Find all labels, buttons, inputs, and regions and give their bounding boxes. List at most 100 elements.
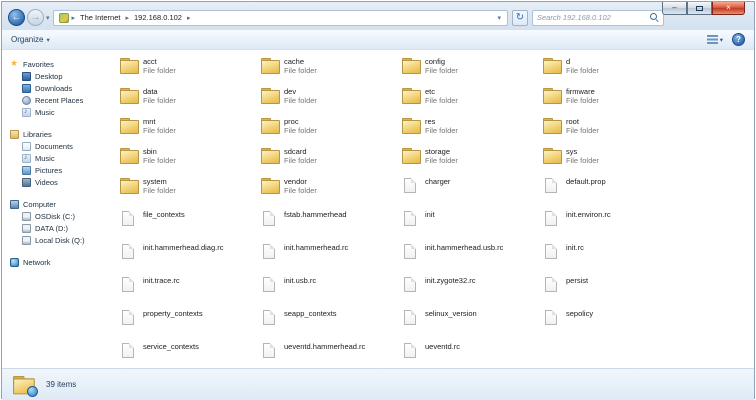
folder-icon <box>120 148 138 163</box>
breadcrumb-root[interactable]: The Internet <box>76 13 124 22</box>
organize-button[interactable]: Organize ▾ <box>11 35 50 44</box>
grid-item-d[interactable]: d File folder <box>543 54 684 84</box>
videos-icon <box>22 178 31 187</box>
grid-item-init-zygote32-rc[interactable]: init.zygote32.rc <box>402 273 543 306</box>
sidebar-item-label: OSDisk (C:) <box>35 212 75 221</box>
grid-item-init-usb-rc[interactable]: init.usb.rc <box>261 273 402 306</box>
search-input[interactable] <box>537 13 650 22</box>
documents-icon <box>22 142 31 151</box>
grid-item-acct[interactable]: acct File folder <box>120 54 261 84</box>
sidebar-item-local-disk-q[interactable]: Local Disk (Q:) <box>10 234 108 246</box>
sidebar-item-recent-places[interactable]: Recent Places <box>10 94 108 106</box>
maximize-button[interactable] <box>687 2 712 15</box>
grid-item-system[interactable]: system File folder <box>120 174 261 204</box>
forward-button[interactable]: → <box>27 9 44 26</box>
item-name: charger <box>425 177 450 186</box>
grid-item-storage[interactable]: storage File folder <box>402 144 543 174</box>
close-button[interactable]: × <box>712 2 745 15</box>
item-subtitle: File folder <box>425 96 458 105</box>
sidebar-item-videos[interactable]: Videos <box>10 176 108 188</box>
grid-item-init-hammerhead-rc[interactable]: init.hammerhead.rc <box>261 240 402 273</box>
help-button[interactable]: ? <box>732 33 745 46</box>
disk-icon <box>22 212 31 221</box>
item-name: seapp_contexts <box>284 309 337 318</box>
file-icon <box>263 277 275 292</box>
back-button[interactable]: ← <box>8 9 25 26</box>
back-icon: ← <box>12 13 22 23</box>
grid-item-charger[interactable]: charger <box>402 174 543 207</box>
grid-item-vendor[interactable]: vendor File folder <box>261 174 402 204</box>
item-name: d <box>566 57 599 66</box>
grid-item-persist[interactable]: persist <box>543 273 684 306</box>
breadcrumb-location[interactable]: 192.168.0.102 <box>130 13 186 22</box>
grid-item-init-rc[interactable]: init.rc <box>543 240 684 273</box>
sidebar-item-osdisk-c[interactable]: OSDisk (C:) <box>10 210 108 222</box>
items-count: 39 items <box>46 380 76 389</box>
sidebar-section-computer[interactable]: Computer <box>10 198 108 210</box>
item-subtitle: File folder <box>425 126 458 135</box>
sidebar-item-pictures[interactable]: Pictures <box>10 164 108 176</box>
navigation-pane: Favorites Desktop Downloads Recent Place… <box>2 50 108 368</box>
sidebar-section-favorites[interactable]: Favorites <box>10 58 108 70</box>
file-icon <box>122 277 134 292</box>
grid-item-firmware[interactable]: firmware File folder <box>543 84 684 114</box>
network-folder-icon <box>13 375 37 395</box>
item-name: system <box>143 177 176 186</box>
sidebar-item-music[interactable]: Music <box>10 152 108 164</box>
grid-item-etc[interactable]: etc File folder <box>402 84 543 114</box>
sidebar-section: Network <box>10 256 108 268</box>
item-name: data <box>143 87 176 96</box>
grid-item-cache[interactable]: cache File folder <box>261 54 402 84</box>
grid-item-res[interactable]: res File folder <box>402 114 543 144</box>
globe-icon <box>27 386 38 397</box>
grid-item-ueventd-hammerhead-rc[interactable]: ueventd.hammerhead.rc <box>261 339 402 368</box>
sidebar-section-network[interactable]: Network <box>10 256 108 268</box>
grid-item-init-hammerhead-diag-rc[interactable]: init.hammerhead.diag.rc <box>120 240 261 273</box>
change-view-button[interactable]: ▾ <box>707 35 723 44</box>
grid-item-dev[interactable]: dev File folder <box>261 84 402 114</box>
sidebar-item-documents[interactable]: Documents <box>10 140 108 152</box>
grid-item-ueventd-rc[interactable]: ueventd.rc <box>402 339 543 368</box>
grid-item-init[interactable]: init <box>402 207 543 240</box>
grid-item-seapp-contexts[interactable]: seapp_contexts <box>261 306 402 339</box>
item-name: ueventd.rc <box>425 342 460 351</box>
item-subtitle: File folder <box>284 96 317 105</box>
grid-item-sepolicy[interactable]: sepolicy <box>543 306 684 339</box>
minimize-button[interactable]: – <box>662 2 687 15</box>
grid-item-default-prop[interactable]: default.prop <box>543 174 684 207</box>
grid-item-property-contexts[interactable]: property_contexts <box>120 306 261 339</box>
item-name: service_contexts <box>143 342 199 351</box>
sidebar-item-label: Recent Places <box>35 96 83 105</box>
item-subtitle: File folder <box>143 156 176 165</box>
address-bar[interactable]: ▸ The Internet ▸ 192.168.0.102 ▸ ▾ <box>53 10 508 26</box>
sidebar-section-libraries[interactable]: Libraries <box>10 128 108 140</box>
grid-item-proc[interactable]: proc File folder <box>261 114 402 144</box>
refresh-button[interactable]: ↻ <box>512 10 528 26</box>
grid-item-init-environ-rc[interactable]: init.environ.rc <box>543 207 684 240</box>
sidebar-item-label: Documents <box>35 142 73 151</box>
grid-item-fstab-hammerhead[interactable]: fstab.hammerhead <box>261 207 402 240</box>
grid-item-service-contexts[interactable]: service_contexts <box>120 339 261 368</box>
grid-item-root[interactable]: root File folder <box>543 114 684 144</box>
item-subtitle: File folder <box>143 126 176 135</box>
grid-item-data[interactable]: data File folder <box>120 84 261 114</box>
grid-item-selinux-version[interactable]: selinux_version <box>402 306 543 339</box>
grid-item-config[interactable]: config File folder <box>402 54 543 84</box>
grid-item-sys[interactable]: sys File folder <box>543 144 684 174</box>
grid-item-mnt[interactable]: mnt File folder <box>120 114 261 144</box>
chevron-down-icon: ▾ <box>46 36 49 44</box>
title-bar: – × ← → ▾ ▸ The Internet ▸ 192.168.0.102… <box>2 2 754 30</box>
address-dropdown[interactable]: ▾ <box>494 14 504 22</box>
grid-item-sdcard[interactable]: sdcard File folder <box>261 144 402 174</box>
grid-item-file-contexts[interactable]: file_contexts <box>120 207 261 240</box>
sidebar-section: Favorites Desktop Downloads Recent Place… <box>10 58 108 118</box>
grid-item-sbin[interactable]: sbin File folder <box>120 144 261 174</box>
sidebar-item-music[interactable]: Music <box>10 106 108 118</box>
grid-item-init-trace-rc[interactable]: init.trace.rc <box>120 273 261 306</box>
sidebar-item-data-d[interactable]: DATA (D:) <box>10 222 108 234</box>
sidebar-item-downloads[interactable]: Downloads <box>10 82 108 94</box>
sidebar-item-desktop[interactable]: Desktop <box>10 70 108 82</box>
recent-pages-dropdown[interactable]: ▾ <box>44 14 53 22</box>
search-box <box>532 10 664 26</box>
grid-item-init-hammerhead-usb-rc[interactable]: init.hammerhead.usb.rc <box>402 240 543 273</box>
